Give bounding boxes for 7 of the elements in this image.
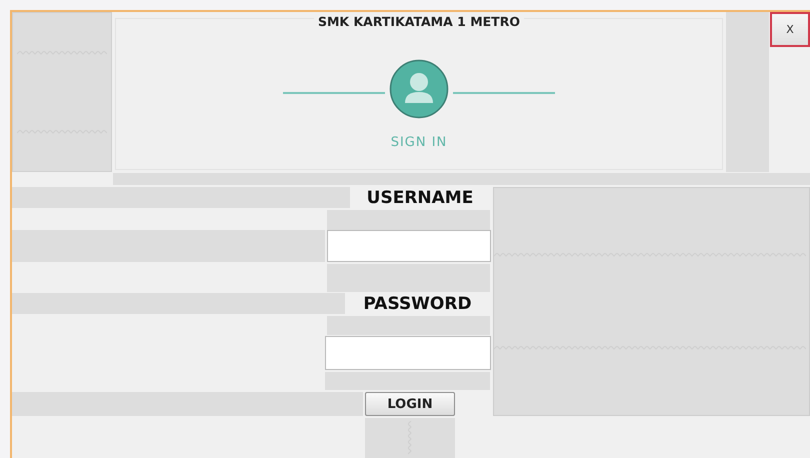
- close-button[interactable]: X: [770, 12, 810, 47]
- password-field[interactable]: [325, 336, 491, 370]
- login-button[interactable]: LOGIN: [365, 392, 455, 416]
- user-avatar-icon: [388, 59, 449, 119]
- window-title: SMK KARTIKATAMA 1 METRO: [314, 14, 524, 29]
- sign-in-caption: SIGN IN: [390, 135, 448, 150]
- username-field[interactable]: [327, 230, 491, 262]
